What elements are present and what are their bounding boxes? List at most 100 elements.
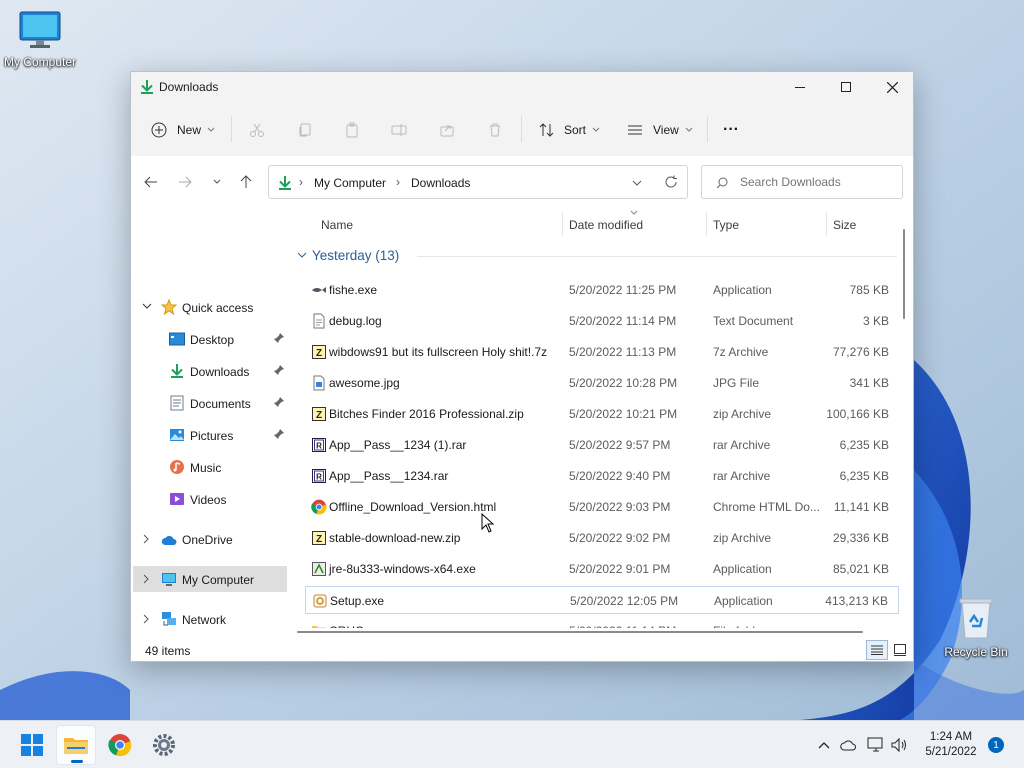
up-button[interactable] — [234, 170, 258, 194]
file-row[interactable]: R App__Pass__1234 (1).rar 5/20/2022 9:57 P… — [305, 431, 899, 459]
recent-locations-button[interactable] — [205, 170, 229, 194]
vertical-scrollbar[interactable] — [901, 217, 907, 627]
chevron-down-icon — [592, 127, 600, 132]
nav-network[interactable]: Network — [133, 606, 287, 632]
share-button[interactable] — [439, 116, 455, 144]
file-row[interactable]: fishe.exe 5/20/2022 11:25 PM Application 78… — [305, 276, 899, 304]
search-input[interactable] — [740, 175, 890, 189]
tray-volume[interactable] — [890, 735, 910, 755]
file-row[interactable]: Setup.exe 5/20/2022 12:05 PM Application 41… — [305, 586, 899, 614]
minimize-button[interactable] — [777, 72, 823, 102]
paste-button[interactable] — [344, 116, 360, 144]
rename-button[interactable] — [391, 116, 407, 144]
column-header-type[interactable]: Type — [713, 218, 739, 232]
details-view-icon — [871, 645, 883, 655]
column-divider[interactable] — [826, 212, 827, 236]
forward-button[interactable] — [173, 170, 197, 194]
breadcrumb-my-computer[interactable]: My Computer — [314, 176, 386, 190]
new-button[interactable]: New — [151, 116, 215, 144]
column-header-date-modified[interactable]: Date modified — [569, 218, 643, 232]
column-header-size[interactable]: Size — [833, 218, 856, 232]
tiles-view-toggle[interactable] — [890, 640, 910, 660]
maximize-button[interactable] — [823, 72, 869, 102]
nav-onedrive[interactable]: OneDrive — [133, 526, 287, 552]
tray-network[interactable] — [866, 735, 886, 755]
nav-item-desktop[interactable]: Desktop — [133, 326, 287, 352]
pin-icon[interactable] — [273, 428, 285, 440]
file-row[interactable]: CRUG...5/20/2022 11:14 PMFile fold... — [305, 617, 899, 628]
search-icon — [716, 177, 728, 189]
file-row[interactable]: jre-8u333-windows-x64.exe 5/20/2022 9:01 … — [305, 555, 899, 583]
toolbar-divider — [521, 116, 522, 142]
file-row[interactable]: awesome.jpg 5/20/2022 10:28 PM JPG File 341… — [305, 369, 899, 397]
taskbar-file-explorer[interactable] — [56, 725, 96, 765]
notification-badge[interactable]: 1 — [988, 737, 1004, 753]
horizontal-scrollbar[interactable] — [291, 628, 903, 638]
pin-icon[interactable] — [273, 332, 285, 344]
back-button[interactable] — [139, 170, 163, 194]
address-history-chevron-icon[interactable] — [632, 180, 642, 186]
file-row[interactable]: Offline_Download_Version.html 5/20/2022 9… — [305, 493, 899, 521]
more-options-button[interactable]: ··· — [723, 116, 739, 144]
taskbar-clock[interactable]: 1:24 AM 5/21/2022 — [918, 730, 984, 760]
nav-label: My Computer — [182, 573, 255, 587]
details-view-toggle[interactable] — [866, 640, 888, 660]
taskbar-settings[interactable] — [144, 725, 184, 765]
start-button[interactable] — [12, 725, 52, 765]
copy-button[interactable] — [297, 116, 313, 144]
nav-item-downloads[interactable]: Downloads — [133, 358, 287, 384]
refresh-icon[interactable] — [664, 175, 678, 189]
nav-quick-access[interactable]: Quick access — [133, 294, 287, 320]
column-divider[interactable] — [706, 212, 707, 236]
delete-button[interactable] — [487, 116, 503, 144]
pin-icon[interactable] — [273, 364, 285, 376]
scrollbar-thumb[interactable] — [903, 229, 905, 319]
nav-label: Quick access — [182, 301, 254, 315]
item-count: 49 items — [145, 644, 191, 658]
scrollbar-thumb[interactable] — [297, 631, 863, 633]
group-divider — [417, 256, 897, 257]
sort-button[interactable]: Sort — [539, 116, 600, 144]
tray-onedrive[interactable] — [838, 735, 858, 755]
nav-item-pictures[interactable]: Pictures — [133, 422, 287, 448]
column-header-name[interactable]: Name — [321, 218, 353, 232]
chevron-right-icon[interactable] — [143, 574, 149, 584]
nav-item-music[interactable]: Music — [133, 454, 287, 480]
desktop-icon-recycle-bin[interactable]: Recycle Bin — [936, 596, 1016, 659]
nav-item-documents[interactable]: Documents — [133, 390, 287, 416]
column-divider[interactable] — [562, 212, 563, 236]
file-row[interactable]: Z Bitches Finder 2016 Professional.zip 5/2… — [305, 400, 899, 428]
close-button[interactable] — [869, 72, 915, 102]
file-row[interactable]: debug.log 5/20/2022 11:14 PM Text Document… — [305, 307, 899, 335]
pin-icon[interactable] — [273, 396, 285, 408]
minimize-icon — [795, 87, 805, 88]
desktop-icon-my-computer[interactable]: My Computer — [0, 10, 80, 69]
chevron-right-icon[interactable] — [143, 614, 149, 624]
view-button[interactable]: View — [627, 116, 693, 144]
chevron-down-icon[interactable] — [142, 303, 152, 309]
nav-item-videos[interactable]: Videos — [133, 486, 287, 512]
svg-text:R: R — [316, 473, 322, 482]
chevron-right-icon[interactable] — [143, 534, 149, 544]
nav-label: Music — [190, 461, 222, 475]
file-date-modified: 5/20/2022 11:25 PM — [569, 283, 677, 297]
file-name: wibdows91 but its fullscreen Holy shit!.… — [329, 345, 548, 359]
taskbar-chrome[interactable] — [100, 725, 140, 765]
arrow-left-icon — [144, 176, 157, 188]
nav-my-computer[interactable]: My Computer — [133, 566, 287, 592]
breadcrumb-downloads[interactable]: Downloads — [411, 176, 470, 190]
file-row[interactable]: R App__Pass__1234.rar 5/20/2022 9:40 PM rar… — [305, 462, 899, 490]
group-header[interactable]: Yesterday (13) — [297, 246, 897, 266]
cut-button[interactable] — [249, 116, 265, 144]
title-bar[interactable]: Downloads — [131, 72, 913, 102]
file-row[interactable]: Zstable-download-new.zip 5/20/2022 9:02 P… — [305, 524, 899, 552]
videos-icon — [170, 493, 184, 505]
download-arrow-icon — [279, 176, 291, 190]
show-hidden-icons-button[interactable] — [814, 735, 834, 755]
address-bar[interactable]: › My Computer › Downloads — [268, 165, 688, 199]
file-explorer-window: Downloads New Sort View ··· › My Compute… — [130, 71, 914, 662]
archive-icon: Z — [311, 344, 327, 360]
file-row[interactable]: Zwibdows91 but its fullscreen Holy shit!… — [305, 338, 899, 366]
file-size: 85,021 KB — [832, 562, 889, 576]
search-box[interactable] — [701, 165, 903, 199]
